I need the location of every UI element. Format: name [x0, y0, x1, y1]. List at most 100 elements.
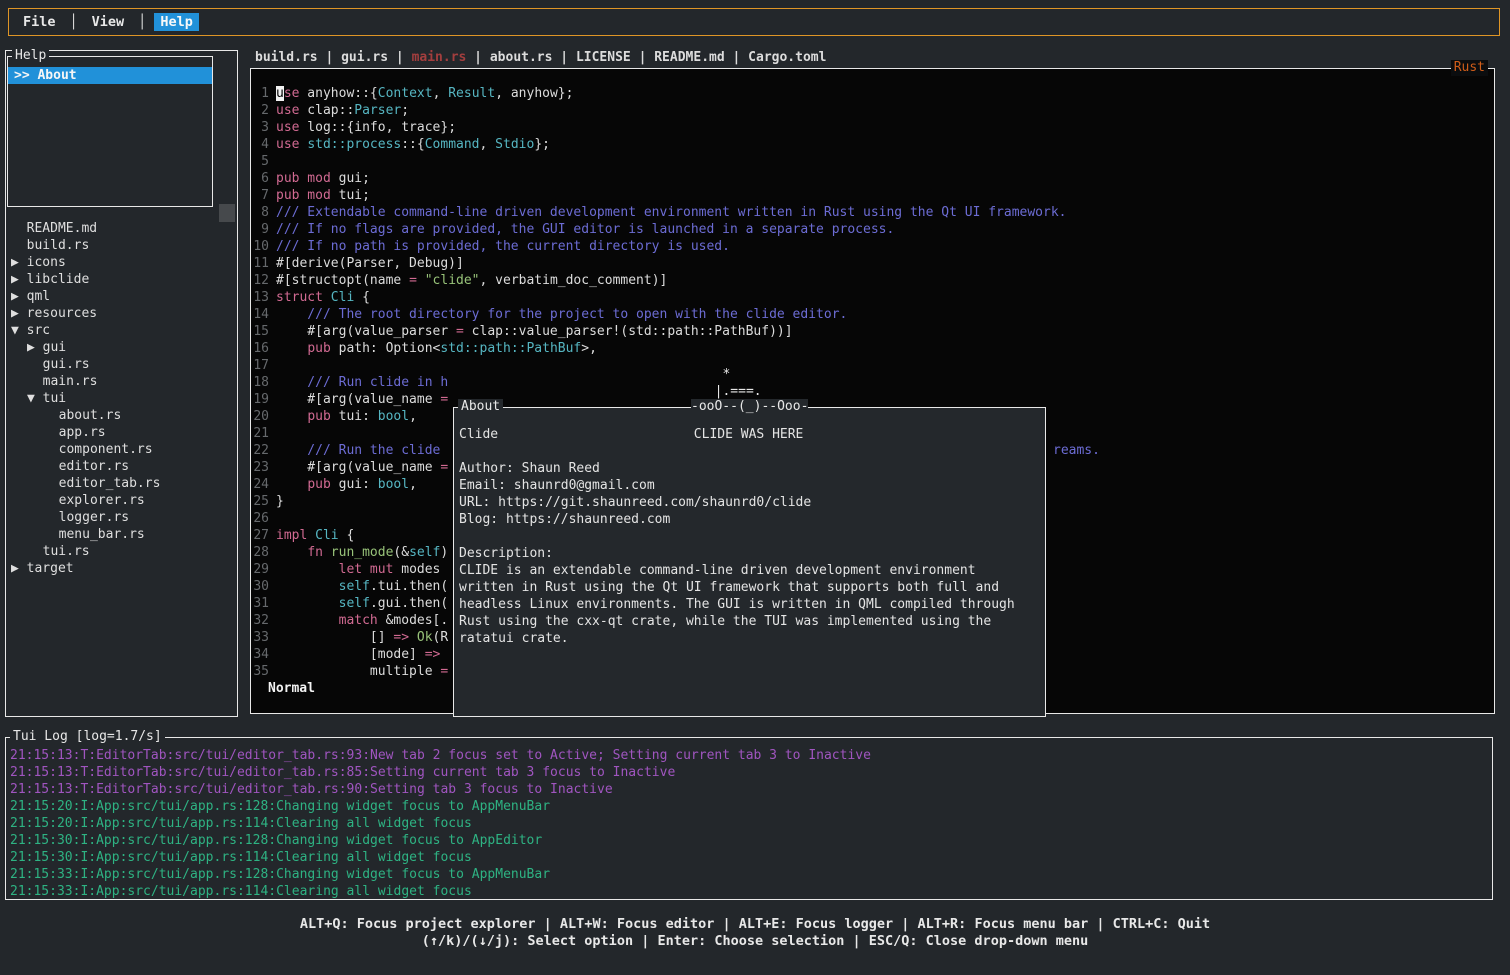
tab-gui.rs[interactable]: gui.rs — [341, 50, 388, 65]
editor-mode-indicator: Normal — [268, 680, 315, 697]
line-number: 19 — [251, 391, 269, 408]
tree-item-resources[interactable]: ▶ resources — [6, 305, 237, 322]
tree-item-qml[interactable]: ▶ qml — [6, 288, 237, 305]
menu-separator: │ — [138, 14, 146, 30]
tab-separator: | — [631, 50, 654, 65]
editor-tabs: build.rs | gui.rs | main.rs | about.rs |… — [255, 49, 826, 66]
line-number: 21 — [251, 425, 269, 442]
tab-main.rs[interactable]: main.rs — [412, 50, 467, 65]
line-number: 11 — [251, 255, 269, 272]
line-number: 29 — [251, 561, 269, 578]
line-number: 6 — [251, 170, 269, 187]
log-line: 21:15:20:I:App:src/tui/app.rs:128:Changi… — [10, 798, 1492, 815]
tree-item-app.rs[interactable]: app.rs — [6, 424, 237, 441]
tree-item-src[interactable]: ▼ src — [6, 322, 237, 339]
tree-item-readme.md[interactable]: README.md — [6, 220, 237, 237]
tree-item-libclide[interactable]: ▶ libclide — [6, 271, 237, 288]
menu-item-view[interactable]: View — [86, 13, 131, 31]
tab-about.rs[interactable]: about.rs — [490, 50, 553, 65]
tab-separator: | — [388, 50, 411, 65]
tab-cargo.toml[interactable]: Cargo.toml — [748, 50, 826, 65]
code-line-8: 8/// Extendable command-line driven deve… — [251, 204, 1067, 221]
explorer-scrollbar-thumb[interactable] — [219, 204, 235, 222]
tree-item-explorer.rs[interactable]: explorer.rs — [6, 492, 237, 509]
code-line-26: 26 — [251, 510, 276, 527]
tab-separator: | — [318, 50, 341, 65]
line-number: 35 — [251, 663, 269, 680]
code-line-1: 1use anyhow::{Context, Result, anyhow}; — [251, 85, 573, 102]
tree-item-editor_tab.rs[interactable]: editor_tab.rs — [6, 475, 237, 492]
log-line: 21:15:33:I:App:src/tui/app.rs:114:Cleari… — [10, 883, 1492, 900]
tab-readme.md[interactable]: README.md — [654, 50, 724, 65]
log-line: 21:15:20:I:App:src/tui/app.rs:114:Cleari… — [10, 815, 1492, 832]
line-number: 23 — [251, 459, 269, 476]
help-bar-line1: ALT+Q: Focus project explorer | ALT+W: F… — [0, 916, 1510, 933]
tab-license[interactable]: LICENSE — [576, 50, 631, 65]
line-number: 15 — [251, 323, 269, 340]
tree-item-target[interactable]: ▶ target — [6, 560, 237, 577]
tree-item-tui[interactable]: ▼ tui — [6, 390, 237, 407]
menu-bar: File │ View │ Help — [8, 8, 1500, 36]
log-line: 21:15:13:T:EditorTab:src/tui/editor_tab.… — [10, 781, 1492, 798]
code-line-22: 22 /// Run the clide — [251, 442, 448, 459]
help-bar: ALT+Q: Focus project explorer | ALT+W: F… — [0, 916, 1510, 950]
code-line-2: 2use clap::Parser; — [251, 102, 409, 119]
tree-item-gui.rs[interactable]: gui.rs — [6, 356, 237, 373]
code-line-5: 5 — [251, 153, 276, 170]
line-number: 10 — [251, 238, 269, 255]
tab-build.rs[interactable]: build.rs — [255, 50, 318, 65]
line-number: 17 — [251, 357, 269, 374]
code-line-17: 17 — [251, 357, 276, 374]
code-line-9: 9/// If no flags are provided, the GUI e… — [251, 221, 894, 238]
line-number: 20 — [251, 408, 269, 425]
log-line: 21:15:30:I:App:src/tui/app.rs:114:Cleari… — [10, 849, 1492, 866]
line-number: 30 — [251, 578, 269, 595]
help-dropdown-title: Help — [12, 48, 49, 64]
line-number: 7 — [251, 187, 269, 204]
log-line: 21:15:13:T:EditorTab:src/tui/editor_tab.… — [10, 747, 1492, 764]
line-number: 3 — [251, 119, 269, 136]
tree-item-icons[interactable]: ▶ icons — [6, 254, 237, 271]
code-line-4: 4use std::process::{Command, Stdio}; — [251, 136, 550, 153]
tree-item-component.rs[interactable]: component.rs — [6, 441, 237, 458]
code-line-28: 28 fn run_mode(&self) — [251, 544, 448, 561]
code-line-33: 33 [] => Ok(R — [251, 629, 448, 646]
line-number: 25 — [251, 493, 269, 510]
line-number: 22 — [251, 442, 269, 459]
tree-item-editor.rs[interactable]: editor.rs — [6, 458, 237, 475]
code-line-7: 7pub mod tui; — [251, 187, 370, 204]
line-number: 12 — [251, 272, 269, 289]
clipped-comment-fragment: reams. — [1053, 442, 1100, 459]
tree-item-logger.rs[interactable]: logger.rs — [6, 509, 237, 526]
log-line: 21:15:33:I:App:src/tui/app.rs:128:Changi… — [10, 866, 1492, 883]
tree-item-tui.rs[interactable]: tui.rs — [6, 543, 237, 560]
code-line-3: 3use log::{info, trace}; — [251, 119, 456, 136]
tree-item-gui[interactable]: ▶ gui — [6, 339, 237, 356]
code-line-23: 23 #[arg(value_name = — [251, 459, 448, 476]
menu-item-help[interactable]: Help — [154, 13, 199, 31]
line-number: 32 — [251, 612, 269, 629]
tree-item-build.rs[interactable]: build.rs — [6, 237, 237, 254]
tree-item-menu_bar.rs[interactable]: menu_bar.rs — [6, 526, 237, 543]
tree-item-main.rs[interactable]: main.rs — [6, 373, 237, 390]
tree-item-about.rs[interactable]: about.rs — [6, 407, 237, 424]
menu-separator: │ — [70, 14, 78, 30]
code-line-24: 24 pub gui: bool, — [251, 476, 417, 493]
line-number: 28 — [251, 544, 269, 561]
code-line-10: 10/// If no path is provided, the curren… — [251, 238, 730, 255]
line-number: 24 — [251, 476, 269, 493]
line-number: 2 — [251, 102, 269, 119]
tab-separator: | — [552, 50, 575, 65]
log-lines: 21:15:13:T:EditorTab:src/tui/editor_tab.… — [6, 738, 1492, 900]
code-line-15: 15 #[arg(value_parser = clap::value_pars… — [251, 323, 793, 340]
dropdown-item-about[interactable]: >> About — [8, 67, 212, 84]
code-line-27: 27impl Cli { — [251, 527, 354, 544]
code-line-18: 18 /// Run clide in h — [251, 374, 448, 391]
code-line-12: 12#[structopt(name = "clide", verbatim_d… — [251, 272, 667, 289]
about-popup-title: About — [458, 399, 503, 415]
menu-item-file[interactable]: File — [17, 13, 62, 31]
code-line-25: 25} — [251, 493, 284, 510]
code-line-30: 30 self.tui.then( — [251, 578, 448, 595]
tui-log-title: Tui Log [log=1.7/s] — [10, 729, 165, 745]
help-dropdown: Help >> About — [7, 56, 213, 207]
